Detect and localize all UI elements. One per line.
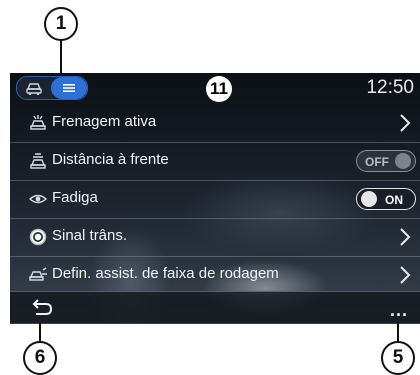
callout-6: 6: [23, 341, 57, 375]
row-label: Distância à frente: [52, 151, 169, 168]
view-toggle[interactable]: [16, 76, 88, 100]
row-label: Fadiga: [52, 189, 98, 206]
row-label: Defin. assist. de faixa de rodagem: [52, 265, 279, 282]
list-item-lane-assist[interactable]: Defin. assist. de faixa de rodagem: [10, 256, 420, 295]
distance-toggle[interactable]: OFF: [356, 150, 416, 172]
chevron-right-icon: [400, 266, 411, 284]
list-icon: [63, 84, 75, 92]
page-number-badge: 11: [206, 76, 232, 102]
list-item-frenagem-ativa[interactable]: Frenagem ativa: [10, 104, 420, 143]
driving-assist-view-button[interactable]: [17, 77, 51, 99]
speed-sign-icon: [29, 228, 47, 246]
clock: 12:50: [366, 77, 414, 98]
more-options-button[interactable]: ...: [390, 300, 408, 321]
status-bar: 11 12:50: [10, 73, 420, 103]
list-item-distancia-frente[interactable]: Distância à frente OFF: [10, 142, 420, 181]
toggle-label: OFF: [365, 155, 389, 169]
lane-assist-icon: [29, 267, 47, 281]
toggle-knob: [395, 153, 411, 169]
list-view-button[interactable]: [51, 77, 87, 99]
chevron-right-icon: [400, 228, 411, 246]
chevron-right-icon: [400, 114, 411, 132]
row-label: Sinal trâns.: [52, 227, 128, 244]
car-icon: [26, 83, 42, 95]
distance-warning-icon: [30, 153, 46, 169]
active-braking-icon: [30, 115, 46, 130]
bottom-bar: ...: [10, 291, 420, 324]
toggle-knob: [361, 191, 377, 207]
callout-5: 5: [381, 341, 415, 375]
toggle-label: ON: [385, 193, 403, 207]
infotainment-screen: 11 12:50 Frenagem ativa Distância à fren…: [10, 73, 420, 324]
row-label: Frenagem ativa: [52, 113, 157, 130]
fatigue-toggle[interactable]: ON: [356, 188, 416, 210]
list-item-sinal-trans[interactable]: Sinal trâns.: [10, 218, 420, 257]
back-arrow-icon[interactable]: [30, 298, 54, 318]
callout-1: 1: [44, 7, 78, 41]
eye-icon: [28, 194, 48, 204]
list-item-fadiga[interactable]: Fadiga ON: [10, 180, 420, 219]
